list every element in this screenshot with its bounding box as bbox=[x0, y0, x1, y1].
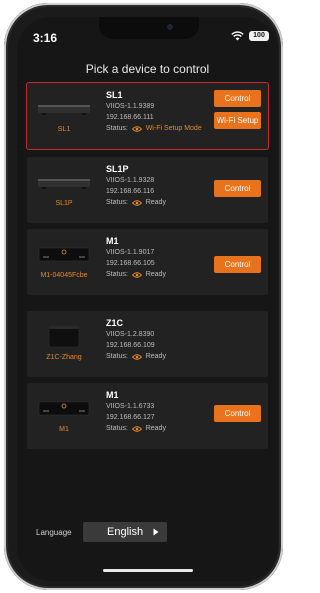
device-ip: 192.168.66.105 bbox=[106, 260, 155, 267]
device-label: SL1P bbox=[55, 200, 73, 207]
caret-right-icon bbox=[153, 528, 159, 536]
device-image bbox=[38, 401, 90, 416]
device-status: Status: Wi-Fi Setup Mode bbox=[106, 125, 202, 132]
status-value: Ready bbox=[145, 425, 166, 432]
status-time: 3:16 bbox=[33, 31, 58, 45]
eye-icon bbox=[131, 272, 142, 278]
wifi-setup-button[interactable]: Wi-Fi Setup bbox=[214, 112, 261, 129]
device-card[interactable]: M1-04045Fcbe M1 VIIOS-1.1.9017 192.168.6… bbox=[27, 229, 268, 295]
device-label: SL1 bbox=[57, 126, 71, 133]
status-label: Status: bbox=[106, 125, 128, 132]
control-button[interactable]: Control bbox=[214, 180, 261, 197]
device-label: M1-04045Fcbe bbox=[40, 272, 88, 279]
eye-icon bbox=[131, 126, 142, 132]
control-button[interactable]: Control bbox=[214, 256, 261, 273]
status-bar: 3:16 100 bbox=[17, 17, 278, 47]
battery-indicator: 100 bbox=[249, 31, 269, 41]
device-name: M1 bbox=[106, 390, 119, 400]
phone-frame: 3:16 100 Pick a device to control SL1 SL… bbox=[4, 3, 283, 590]
control-button[interactable]: Control bbox=[214, 90, 261, 107]
device-status: Status: Ready bbox=[106, 425, 166, 432]
device-card[interactable]: M1 M1 VIIOS-1.1.6733 192.168.66.127 Stat… bbox=[27, 383, 268, 449]
device-firmware: VIIOS-1.1.6733 bbox=[106, 403, 155, 410]
device-image bbox=[48, 325, 80, 348]
device-label: M1 bbox=[59, 426, 69, 433]
eye-icon bbox=[131, 354, 142, 360]
device-firmware: VIIOS-1.1.9017 bbox=[106, 249, 155, 256]
status-value: Ready bbox=[145, 353, 166, 360]
control-button[interactable]: Control bbox=[214, 405, 261, 422]
language-value: English bbox=[107, 526, 144, 538]
device-label: Z1C-Zhang bbox=[46, 354, 82, 361]
device-ip: 192.168.66.116 bbox=[106, 188, 155, 195]
device-status: Status: Ready bbox=[106, 199, 166, 206]
device-status: Status: Ready bbox=[106, 353, 166, 360]
page-title: Pick a device to control bbox=[85, 62, 210, 76]
device-image bbox=[38, 247, 90, 262]
status-label: Status: bbox=[106, 353, 128, 360]
eye-icon bbox=[131, 426, 142, 432]
device-ip: 192.168.66.109 bbox=[106, 342, 155, 349]
status-label: Status: bbox=[106, 199, 128, 206]
device-ip: 192.168.66.127 bbox=[106, 414, 155, 421]
app-screen: 3:16 100 Pick a device to control SL1 SL… bbox=[17, 17, 278, 581]
device-ip: 192.168.66.111 bbox=[106, 114, 154, 121]
device-name: SL1P bbox=[106, 164, 129, 174]
device-firmware: VIIOS-1.1.9389 bbox=[106, 103, 155, 110]
device-card[interactable]: SL1P SL1P VIIOS-1.1.9328 192.168.66.116 … bbox=[27, 157, 268, 223]
language-label: Language bbox=[36, 528, 72, 537]
device-card[interactable]: SL1 SL1 VIIOS-1.1.9389 192.168.66.111 St… bbox=[27, 83, 268, 149]
device-card[interactable]: Z1C-Zhang Z1C VIIOS-1.2.8390 192.168.66.… bbox=[27, 311, 268, 377]
eye-icon bbox=[131, 200, 142, 206]
device-name: M1 bbox=[106, 236, 119, 246]
device-firmware: VIIOS-1.2.8390 bbox=[106, 331, 155, 338]
device-status: Status: Ready bbox=[106, 271, 166, 278]
device-firmware: VIIOS-1.1.9328 bbox=[106, 177, 155, 184]
wifi-icon bbox=[231, 31, 244, 41]
device-image bbox=[38, 179, 90, 189]
status-value: Ready bbox=[145, 271, 166, 278]
language-select[interactable]: English bbox=[83, 522, 167, 542]
status-value: Ready bbox=[145, 199, 166, 206]
home-indicator bbox=[103, 569, 193, 572]
device-image bbox=[38, 105, 90, 115]
status-value: Wi-Fi Setup Mode bbox=[145, 125, 202, 132]
status-label: Status: bbox=[106, 425, 128, 432]
status-label: Status: bbox=[106, 271, 128, 278]
device-name: Z1C bbox=[106, 318, 124, 328]
device-name: SL1 bbox=[106, 90, 123, 100]
